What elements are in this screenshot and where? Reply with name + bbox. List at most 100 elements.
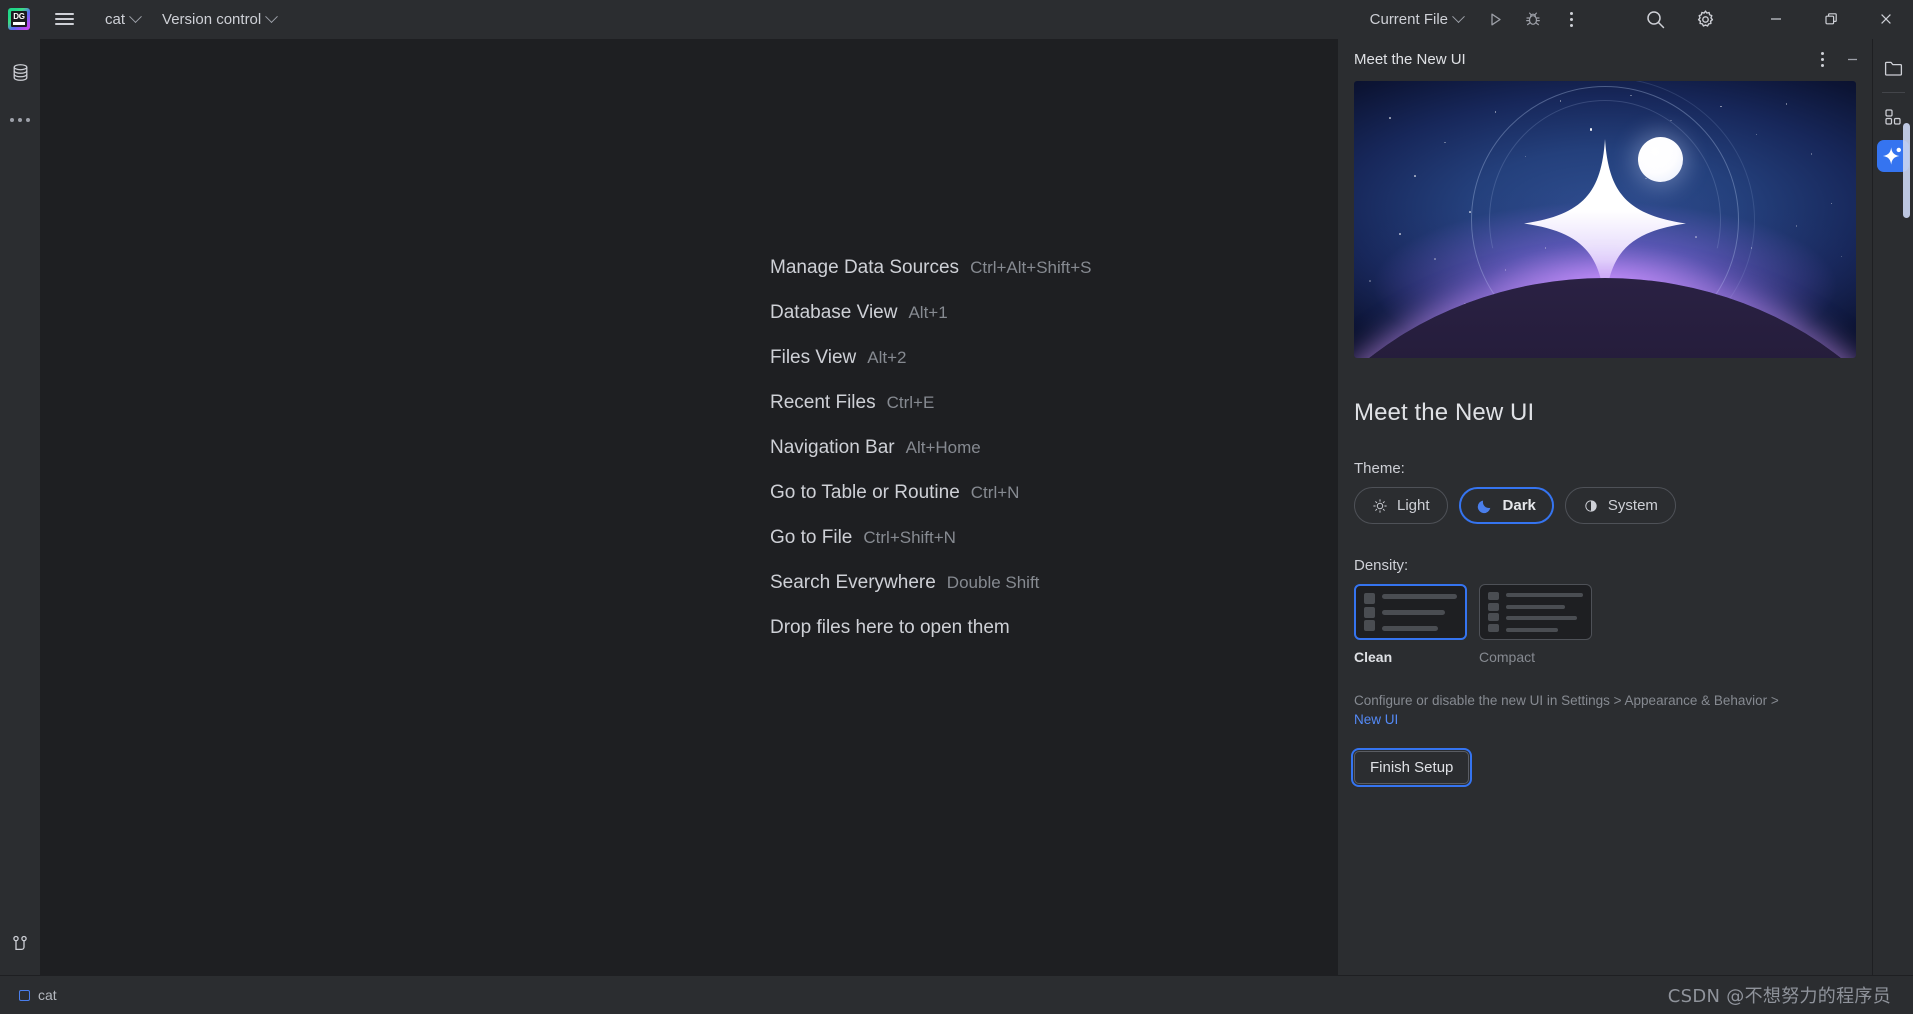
database-explorer-button[interactable] <box>3 55 37 89</box>
new-ui-hint-text: Configure or disable the new UI in Setti… <box>1354 691 1784 729</box>
window-restore-icon <box>1824 13 1837 25</box>
window-minimize-button[interactable] <box>1748 0 1803 39</box>
new-ui-settings-link[interactable]: New UI <box>1354 712 1398 727</box>
toolbar-more-button[interactable] <box>1552 0 1590 38</box>
project-square-icon <box>19 989 30 1001</box>
hamburger-line <box>54 23 74 25</box>
shortcut-key: Ctrl+N <box>970 483 1020 502</box>
chevron-down-icon <box>1452 9 1465 23</box>
logo-bar <box>13 22 25 25</box>
panel-header-actions <box>1808 45 1866 73</box>
shortcut-row[interactable]: Search Everywhere Double Shift <box>770 572 1091 617</box>
run-button[interactable] <box>1476 0 1514 38</box>
density-option-compact[interactable]: Compact <box>1479 584 1592 665</box>
density-preview-sidebar <box>1364 593 1375 631</box>
shortcut-row[interactable]: Manage Data Sources Ctrl+Alt+Shift+S <box>770 257 1091 302</box>
project-widget[interactable]: cat <box>96 6 149 32</box>
theme-selector-group: Light Dark System <box>1354 487 1856 524</box>
panel-scrollbar-thumb[interactable] <box>1903 123 1910 218</box>
search-everywhere-button[interactable] <box>1636 0 1674 38</box>
window-close-icon <box>1880 14 1891 24</box>
shortcut-key: Ctrl+Alt+Shift+S <box>970 258 1092 277</box>
left-rail-more-button[interactable] <box>3 103 37 137</box>
panel-heading: Meet the New UI <box>1354 399 1535 426</box>
theme-option-system[interactable]: System <box>1564 487 1676 524</box>
density-option-label: Compact <box>1479 649 1536 665</box>
vcs-label: Version control <box>162 10 262 28</box>
shortcut-key: Double Shift <box>946 573 1040 592</box>
more-vertical-icon <box>1569 11 1573 27</box>
chevron-down-icon <box>265 9 279 23</box>
minimize-icon <box>1847 58 1857 60</box>
density-selector-group: Clean Compact <box>1354 584 1856 665</box>
datagrip-window: DG cat Version control Current File Mana… <box>0 0 1913 1014</box>
project-tool-button[interactable] <box>1876 51 1910 85</box>
panel-options-button[interactable] <box>1808 45 1836 73</box>
window-close-button[interactable] <box>1858 0 1913 39</box>
settings-gear-icon <box>1697 9 1713 27</box>
logo-text: DG <box>13 12 25 21</box>
shortcut-key: Alt+Home <box>905 438 981 457</box>
hint-prefix: Configure or disable the new UI in Setti… <box>1354 693 1779 708</box>
density-section-label: Density: <box>1354 557 1409 574</box>
shortcut-label: Recent Files <box>770 392 876 413</box>
git-branch-icon <box>13 935 27 951</box>
theme-section-label: Theme: <box>1354 460 1405 477</box>
theme-option-light[interactable]: Light <box>1354 487 1448 524</box>
status-project-widget[interactable]: cat <box>14 984 62 1006</box>
csdn-watermark: CSDN @不想努力的程序员 <box>1667 986 1891 1007</box>
settings-button[interactable] <box>1686 0 1724 38</box>
shortcut-row[interactable]: Go to Table or Routine Ctrl+N <box>770 482 1091 527</box>
shortcut-row[interactable]: Recent Files Ctrl+E <box>770 392 1091 437</box>
shortcut-label: Database View <box>770 302 898 323</box>
panel-body: Meet the New UI Theme: Light Dark System… <box>1338 399 1872 787</box>
shortcut-row[interactable]: Go to File Ctrl+Shift+N <box>770 527 1091 572</box>
half-circle-icon <box>1585 499 1597 512</box>
panel-hide-button[interactable] <box>1838 45 1866 73</box>
run-play-icon <box>1490 13 1501 25</box>
debug-button[interactable] <box>1514 0 1552 38</box>
more-vertical-icon <box>1820 51 1824 67</box>
main-menu-button[interactable] <box>46 1 82 37</box>
folder-icon <box>1884 61 1902 76</box>
density-preview-clean <box>1354 584 1467 640</box>
density-preview-rows <box>1506 592 1583 632</box>
datagrip-logo-icon: DG <box>8 8 30 30</box>
new-ui-hero-banner <box>1354 81 1856 358</box>
window-restore-button[interactable] <box>1803 0 1858 39</box>
left-tool-rail <box>0 39 41 975</box>
density-option-clean[interactable]: Clean <box>1354 584 1467 665</box>
drop-files-hint: Drop files here to open them <box>770 617 1010 638</box>
debug-bug-icon <box>1526 12 1540 26</box>
hamburger-line <box>54 18 74 20</box>
status-project-label: cat <box>38 987 57 1003</box>
rail-divider <box>1881 92 1905 93</box>
finish-setup-button[interactable]: Finish Setup <box>1350 748 1473 787</box>
right-tool-rail <box>1872 39 1913 975</box>
grid-plugins-icon <box>1885 109 1901 125</box>
shortcut-row[interactable]: Files View Alt+2 <box>770 347 1091 392</box>
moon-icon <box>1477 500 1490 514</box>
shortcut-key: Alt+2 <box>867 348 907 367</box>
chevron-down-icon <box>129 9 142 23</box>
density-preview-rows <box>1382 593 1457 631</box>
shortcut-key: Alt+1 <box>908 303 948 322</box>
shortcut-label: Search Everywhere <box>770 572 936 593</box>
editor-empty-state: Manage Data Sources Ctrl+Alt+Shift+S Dat… <box>41 39 1337 975</box>
shortcut-row[interactable]: Navigation Bar Alt+Home <box>770 437 1091 482</box>
run-configuration-selector[interactable]: Current File <box>1361 6 1472 32</box>
shortcut-label: Go to Table or Routine <box>770 482 960 503</box>
version-control-tool-button[interactable] <box>3 927 37 961</box>
toolbar-left-group: DG cat Version control <box>0 0 289 38</box>
run-config-label: Current File <box>1369 10 1448 28</box>
shortcut-row[interactable]: Database View Alt+1 <box>770 302 1091 347</box>
density-preview-sidebar <box>1488 592 1499 632</box>
shortcut-label: Files View <box>770 347 857 368</box>
version-control-widget[interactable]: Version control <box>153 6 285 32</box>
shortcut-label: Go to File <box>770 527 853 548</box>
window-minimize-icon <box>1770 18 1781 20</box>
theme-option-dark[interactable]: Dark <box>1458 487 1554 524</box>
status-bar: cat CSDN @不想努力的程序员 <box>0 975 1913 1014</box>
search-icon <box>1646 10 1664 28</box>
shortcut-key: Ctrl+E <box>886 393 935 412</box>
